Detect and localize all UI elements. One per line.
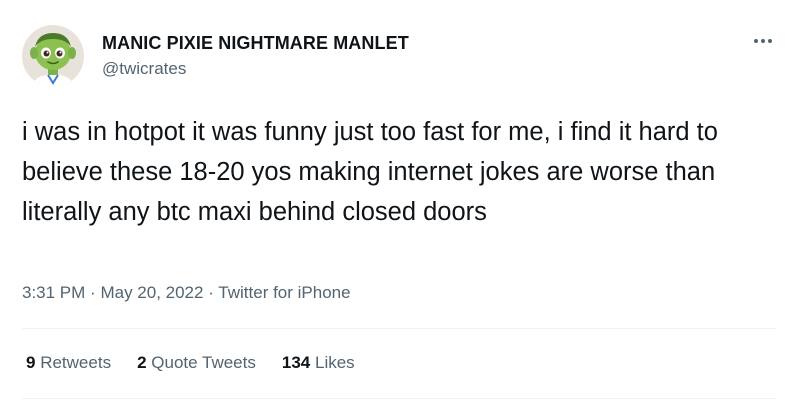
meta-separator: ·	[90, 283, 100, 302]
tweet-card: MANIC PIXIE NIGHTMARE MANLET @twicrates …	[0, 0, 794, 402]
quote-tweets-label: Quote Tweets	[151, 353, 256, 372]
avatar[interactable]	[22, 25, 84, 87]
tweet-time[interactable]: 3:31 PM	[22, 283, 85, 302]
divider	[22, 328, 776, 329]
retweets-count: 9	[26, 353, 36, 372]
divider	[22, 398, 776, 399]
avatar-image	[22, 25, 84, 87]
author-handle[interactable]: @twicrates	[102, 59, 186, 79]
retweets-label: Retweets	[40, 353, 112, 372]
tweet-source[interactable]: Twitter for iPhone	[218, 283, 350, 302]
tweet-text: i was in hotpot it was funny just too fa…	[22, 118, 718, 226]
meta-separator: ·	[208, 283, 218, 302]
separator-dot: ·	[208, 283, 214, 302]
likes-count: 134	[281, 353, 311, 372]
ellipsis-icon	[754, 39, 772, 43]
retweets-stat[interactable]: 9 Retweets	[26, 353, 111, 373]
quote-tweets-stat[interactable]: 2 Quote Tweets	[137, 353, 256, 373]
more-options-button[interactable]	[750, 30, 776, 52]
separator-dot: ·	[90, 283, 96, 302]
engagement-stats: 9 Retweets 2 Quote Tweets 134 Likes	[26, 353, 381, 373]
tweet-date[interactable]: May 20, 2022	[100, 283, 203, 302]
likes-stat[interactable]: 134 Likes	[282, 353, 355, 373]
quote-tweets-count: 2	[137, 353, 147, 372]
author-display-name[interactable]: MANIC PIXIE NIGHTMARE MANLET	[102, 33, 409, 54]
likes-label: Likes	[314, 353, 355, 372]
tweet-metadata: 3:31 PM · May 20, 2022 · Twitter for iPh…	[22, 283, 351, 303]
